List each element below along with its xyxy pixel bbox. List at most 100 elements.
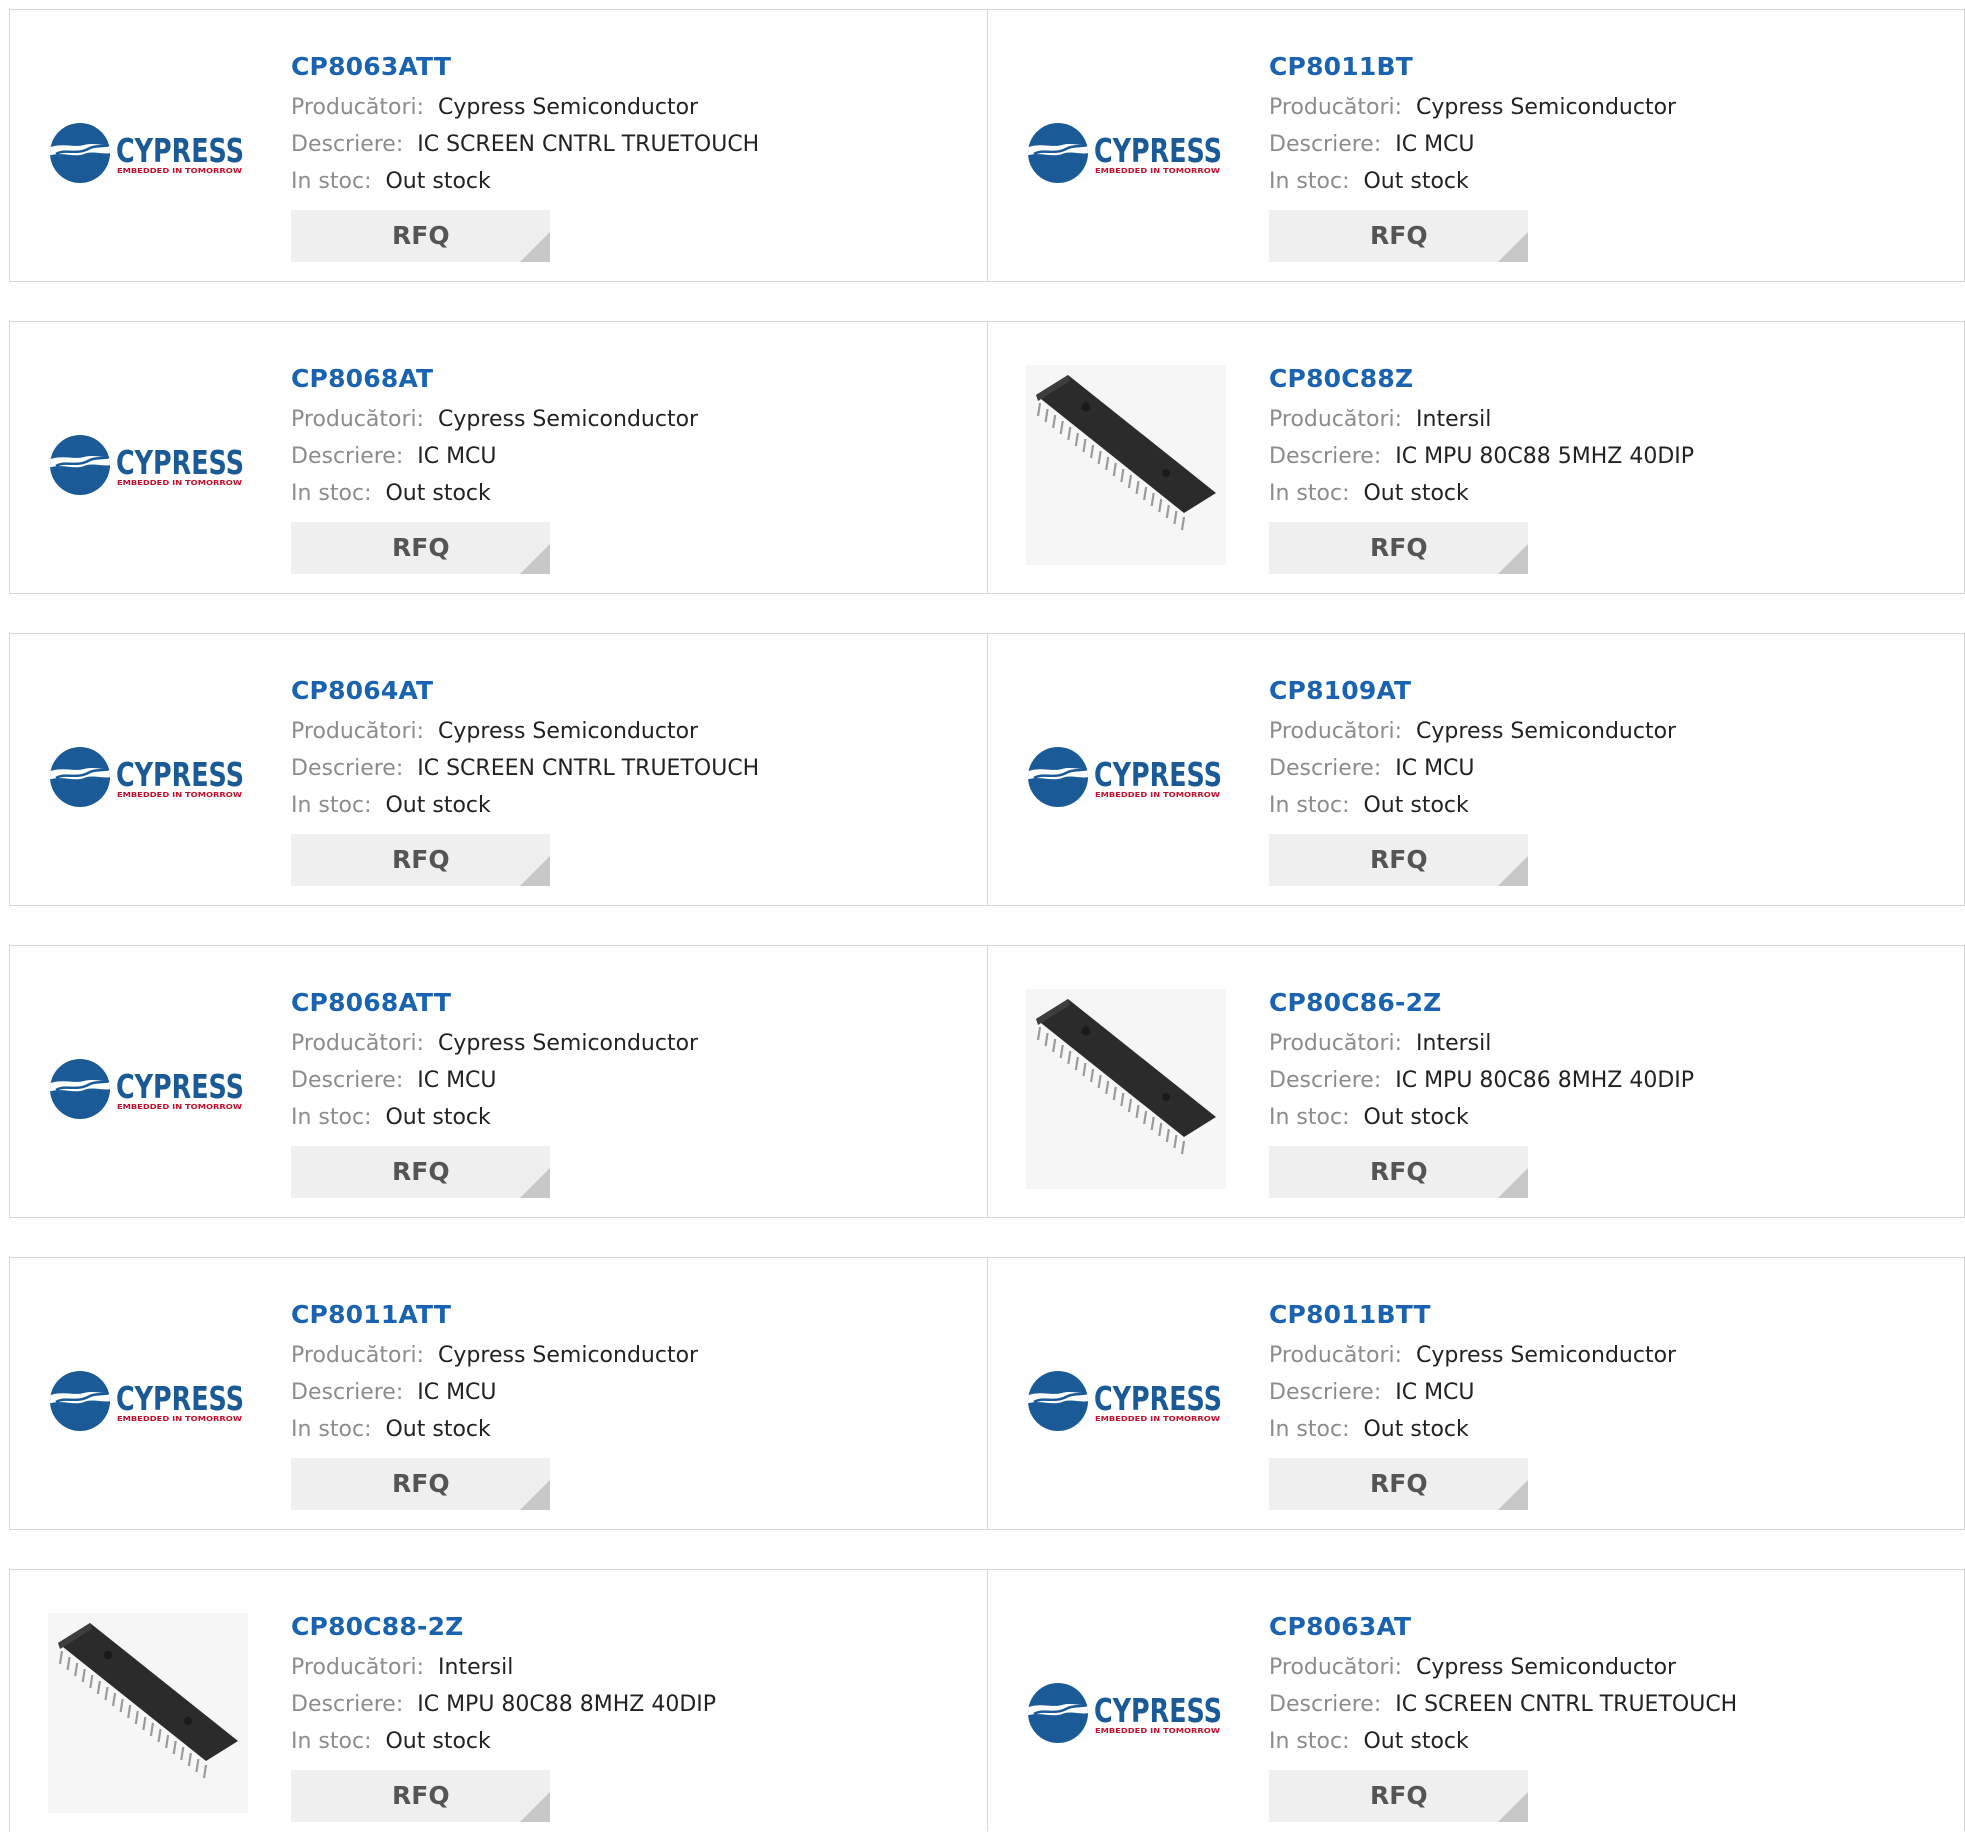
cypress-logo: CYPRESS EMBEDDED IN TOMORROW (49, 1058, 244, 1119)
corner-triangle-icon (520, 1792, 550, 1822)
part-number-link[interactable]: CP80C88Z (1269, 363, 1954, 395)
rfq-button[interactable]: RFQ (1269, 1146, 1528, 1198)
corner-triangle-icon (520, 544, 550, 574)
part-number-link[interactable]: CP8068ATT (291, 987, 977, 1019)
stock-line: In stoc: Out stock (1269, 790, 1954, 822)
stock-value: Out stock (385, 1729, 491, 1754)
rfq-button[interactable]: RFQ (291, 522, 550, 574)
part-number-link[interactable]: CP80C86-2Z (1269, 987, 1954, 1019)
stock-value: Out stock (1363, 1729, 1469, 1754)
part-number-link[interactable]: CP8011BTT (1269, 1299, 1954, 1331)
product-info: CP8011ATT Producători: Cypress Semiconduc… (291, 1299, 977, 1446)
product-image[interactable] (1023, 986, 1228, 1191)
stock-label: In stoc: (1269, 481, 1350, 506)
manufacturer-line: Producători: Cypress Semiconductor (1269, 716, 1954, 748)
stock-line: In stoc: Out stock (1269, 166, 1954, 198)
product-row: CP80C88-2Z Producători: Intersil Descrier… (9, 1569, 1965, 1831)
corner-triangle-icon (1498, 232, 1528, 262)
corner-triangle-icon (520, 1480, 550, 1510)
rfq-button[interactable]: RFQ (291, 834, 550, 886)
stock-value: Out stock (385, 1417, 491, 1442)
product-row: CYPRESS EMBEDDED IN TOMORROW CP8068ATT P… (9, 945, 1965, 1218)
manufacturer-value: Cypress Semiconductor (438, 719, 699, 744)
manufacturer-value: Cypress Semiconductor (438, 95, 699, 120)
svg-text:EMBEDDED IN TOMORROW: EMBEDDED IN TOMORROW (117, 1415, 242, 1423)
description-line: Descriere: IC SCREEN CNTRL TRUETOUCH (291, 129, 977, 161)
manufacturer-label: Producători: (291, 407, 425, 432)
product-image[interactable]: CYPRESS EMBEDDED IN TOMORROW (1023, 1298, 1228, 1503)
product-image[interactable]: CYPRESS EMBEDDED IN TOMORROW (1023, 1610, 1228, 1815)
part-number-link[interactable]: CP80C88-2Z (291, 1611, 977, 1643)
product-image[interactable]: CYPRESS EMBEDDED IN TOMORROW (45, 674, 250, 879)
product-info: CP8063AT Producători: Cypress Semiconduct… (1269, 1611, 1954, 1758)
svg-text:CYPRESS: CYPRESS (116, 1067, 244, 1106)
manufacturer-line: Producători: Cypress Semiconductor (1269, 1652, 1954, 1684)
rfq-label: RFQ (1370, 1157, 1428, 1186)
stock-line: In stoc: Out stock (291, 1726, 977, 1758)
corner-triangle-icon (1498, 1792, 1528, 1822)
description-label: Descriere: (291, 132, 404, 157)
product-card: CP80C88Z Producători: Intersil Descriere:… (987, 322, 1964, 593)
product-row: CYPRESS EMBEDDED IN TOMORROW CP8064AT Pr… (9, 633, 1965, 906)
product-info: CP8068ATT Producători: Cypress Semiconduc… (291, 987, 977, 1134)
part-number-link[interactable]: CP8063AT (1269, 1611, 1954, 1643)
manufacturer-line: Producători: Cypress Semiconductor (1269, 1340, 1954, 1372)
rfq-button[interactable]: RFQ (1269, 1458, 1528, 1510)
description-value: IC MPU 80C88 5MHZ 40DIP (1395, 444, 1695, 469)
product-image[interactable]: CYPRESS EMBEDDED IN TOMORROW (45, 986, 250, 1191)
corner-triangle-icon (1498, 1168, 1528, 1198)
description-label: Descriere: (291, 756, 404, 781)
product-info: CP8068AT Producători: Cypress Semiconduct… (291, 363, 977, 510)
svg-text:CYPRESS: CYPRESS (1094, 1691, 1222, 1730)
stock-line: In stoc: Out stock (1269, 478, 1954, 510)
product-card: CP80C86-2Z Producători: Intersil Descrier… (987, 946, 1964, 1217)
product-image[interactable]: CYPRESS EMBEDDED IN TOMORROW (1023, 50, 1228, 255)
rfq-button[interactable]: RFQ (1269, 1770, 1528, 1822)
rfq-button[interactable]: RFQ (291, 210, 550, 262)
description-line: Descriere: IC SCREEN CNTRL TRUETOUCH (1269, 1689, 1954, 1721)
corner-triangle-icon (1498, 1480, 1528, 1510)
rfq-button[interactable]: RFQ (291, 1146, 550, 1198)
description-label: Descriere: (291, 1380, 404, 1405)
part-number-link[interactable]: CP8011BT (1269, 51, 1954, 83)
manufacturer-value: Intersil (1416, 1031, 1492, 1056)
rfq-button[interactable]: RFQ (291, 1458, 550, 1510)
product-image[interactable]: CYPRESS EMBEDDED IN TOMORROW (1023, 674, 1228, 879)
cypress-logo: CYPRESS EMBEDDED IN TOMORROW (1027, 1682, 1222, 1743)
manufacturer-line: Producători: Intersil (291, 1652, 977, 1684)
stock-value: Out stock (1363, 481, 1469, 506)
part-number-link[interactable]: CP8068AT (291, 363, 977, 395)
rfq-button[interactable]: RFQ (1269, 834, 1528, 886)
description-value: IC MCU (417, 1068, 497, 1093)
svg-text:CYPRESS: CYPRESS (1094, 755, 1222, 794)
product-card: CYPRESS EMBEDDED IN TOMORROW CP8063AT Pr… (987, 1570, 1964, 1831)
manufacturer-label: Producători: (291, 1343, 425, 1368)
svg-text:CYPRESS: CYPRESS (116, 755, 244, 794)
part-number-link[interactable]: CP8011ATT (291, 1299, 977, 1331)
product-image[interactable] (1023, 362, 1228, 567)
rfq-label: RFQ (392, 1469, 450, 1498)
manufacturer-value: Cypress Semiconductor (438, 407, 699, 432)
rfq-button[interactable]: RFQ (1269, 210, 1528, 262)
part-number-link[interactable]: CP8109AT (1269, 675, 1954, 707)
product-image[interactable] (45, 1610, 250, 1815)
rfq-button[interactable]: RFQ (291, 1770, 550, 1822)
cypress-logo: CYPRESS EMBEDDED IN TOMORROW (49, 434, 244, 495)
description-label: Descriere: (1269, 444, 1382, 469)
description-value: IC SCREEN CNTRL TRUETOUCH (417, 756, 760, 781)
description-line: Descriere: IC MCU (291, 1377, 977, 1409)
svg-text:EMBEDDED IN TOMORROW: EMBEDDED IN TOMORROW (1095, 1727, 1220, 1735)
manufacturer-label: Producători: (1269, 407, 1403, 432)
stock-label: In stoc: (1269, 1729, 1350, 1754)
rfq-button[interactable]: RFQ (1269, 522, 1528, 574)
product-image[interactable]: CYPRESS EMBEDDED IN TOMORROW (45, 1298, 250, 1503)
product-image[interactable]: CYPRESS EMBEDDED IN TOMORROW (45, 50, 250, 255)
description-label: Descriere: (291, 1692, 404, 1717)
part-number-link[interactable]: CP8063ATT (291, 51, 977, 83)
svg-text:EMBEDDED IN TOMORROW: EMBEDDED IN TOMORROW (117, 167, 242, 175)
stock-value: Out stock (385, 793, 491, 818)
description-line: Descriere: IC MPU 80C86 8MHZ 40DIP (1269, 1065, 1954, 1097)
part-number-link[interactable]: CP8064AT (291, 675, 977, 707)
product-image[interactable]: CYPRESS EMBEDDED IN TOMORROW (45, 362, 250, 567)
description-value: IC MCU (1395, 132, 1475, 157)
